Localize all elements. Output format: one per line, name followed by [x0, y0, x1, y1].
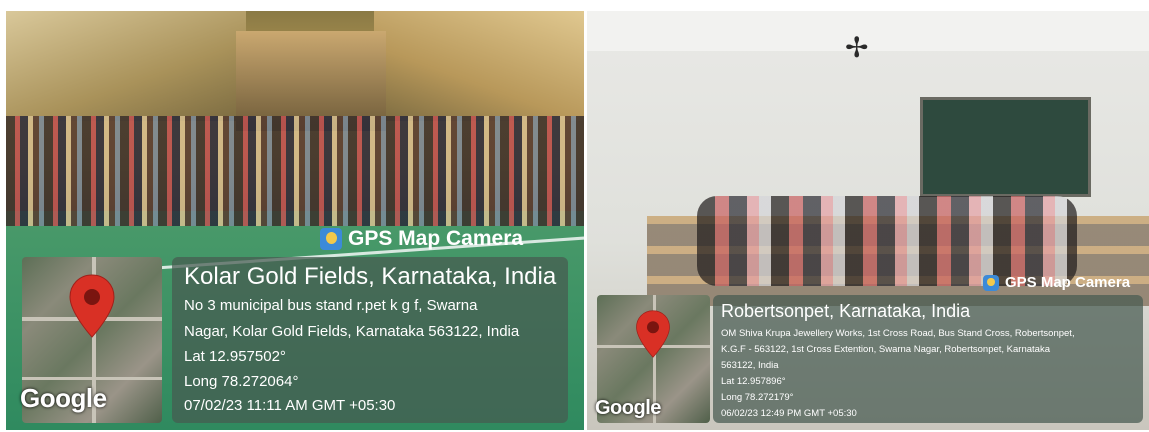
location-info-card: Robertsonpet, Karnataka, India OM Shiva …: [713, 295, 1143, 423]
address-line: Nagar, Kolar Gold Fields, Karnataka 5631…: [184, 323, 520, 340]
gps-badge-label: GPS Map Camera: [1005, 274, 1131, 291]
location-pin-icon: [69, 274, 115, 338]
longitude: Long 78.272179°: [721, 392, 794, 403]
location-title: Kolar Gold Fields, Karnataka, India: [184, 263, 557, 290]
gps-camera-icon: [983, 274, 999, 291]
google-logo: Google: [595, 397, 661, 419]
address-line: 563122, India: [721, 360, 779, 371]
map-road: [22, 377, 162, 380]
latitude: Lat 12.957502°: [184, 348, 286, 365]
timestamp: 07/02/23 11:11 AM GMT +05:30: [184, 397, 396, 414]
address-line: No 3 municipal bus stand r.pet k g f, Sw…: [184, 297, 478, 314]
ceiling-fan-icon: ✢: [845, 32, 869, 63]
address-line: OM Shiva Krupa Jewellery Works, 1st Cros…: [721, 328, 1075, 339]
timestamp: 06/02/23 12:49 PM GMT +05:30: [721, 408, 857, 419]
longitude: Long 78.272064°: [184, 373, 299, 390]
chalkboard: [920, 97, 1091, 197]
location-info-card: Kolar Gold Fields, Karnataka, India No 3…: [172, 257, 568, 423]
gps-badge: GPS Map Camera: [983, 274, 1130, 291]
students: [697, 196, 1077, 286]
google-logo: Google: [20, 383, 107, 413]
left-photo: GPS Map Camera Google Kolar Gold Fields,…: [6, 11, 584, 430]
right-photo: ✢ GPS Map Camera Google Robertsonpet, Ka…: [587, 11, 1149, 430]
right-balcony: [374, 11, 584, 121]
gps-camera-icon: [320, 228, 342, 250]
location-pin-icon: [636, 310, 670, 358]
gps-badge: GPS Map Camera: [320, 227, 523, 251]
crowd: [6, 116, 584, 226]
latitude: Lat 12.957896°: [721, 376, 786, 387]
address-line: K.G.F - 563122, 1st Cross Extention, Swa…: [721, 344, 1050, 355]
gps-badge-label: GPS Map Camera: [348, 227, 524, 250]
left-balcony: [6, 11, 246, 121]
location-title: Robertsonpet, Karnataka, India: [721, 301, 971, 321]
